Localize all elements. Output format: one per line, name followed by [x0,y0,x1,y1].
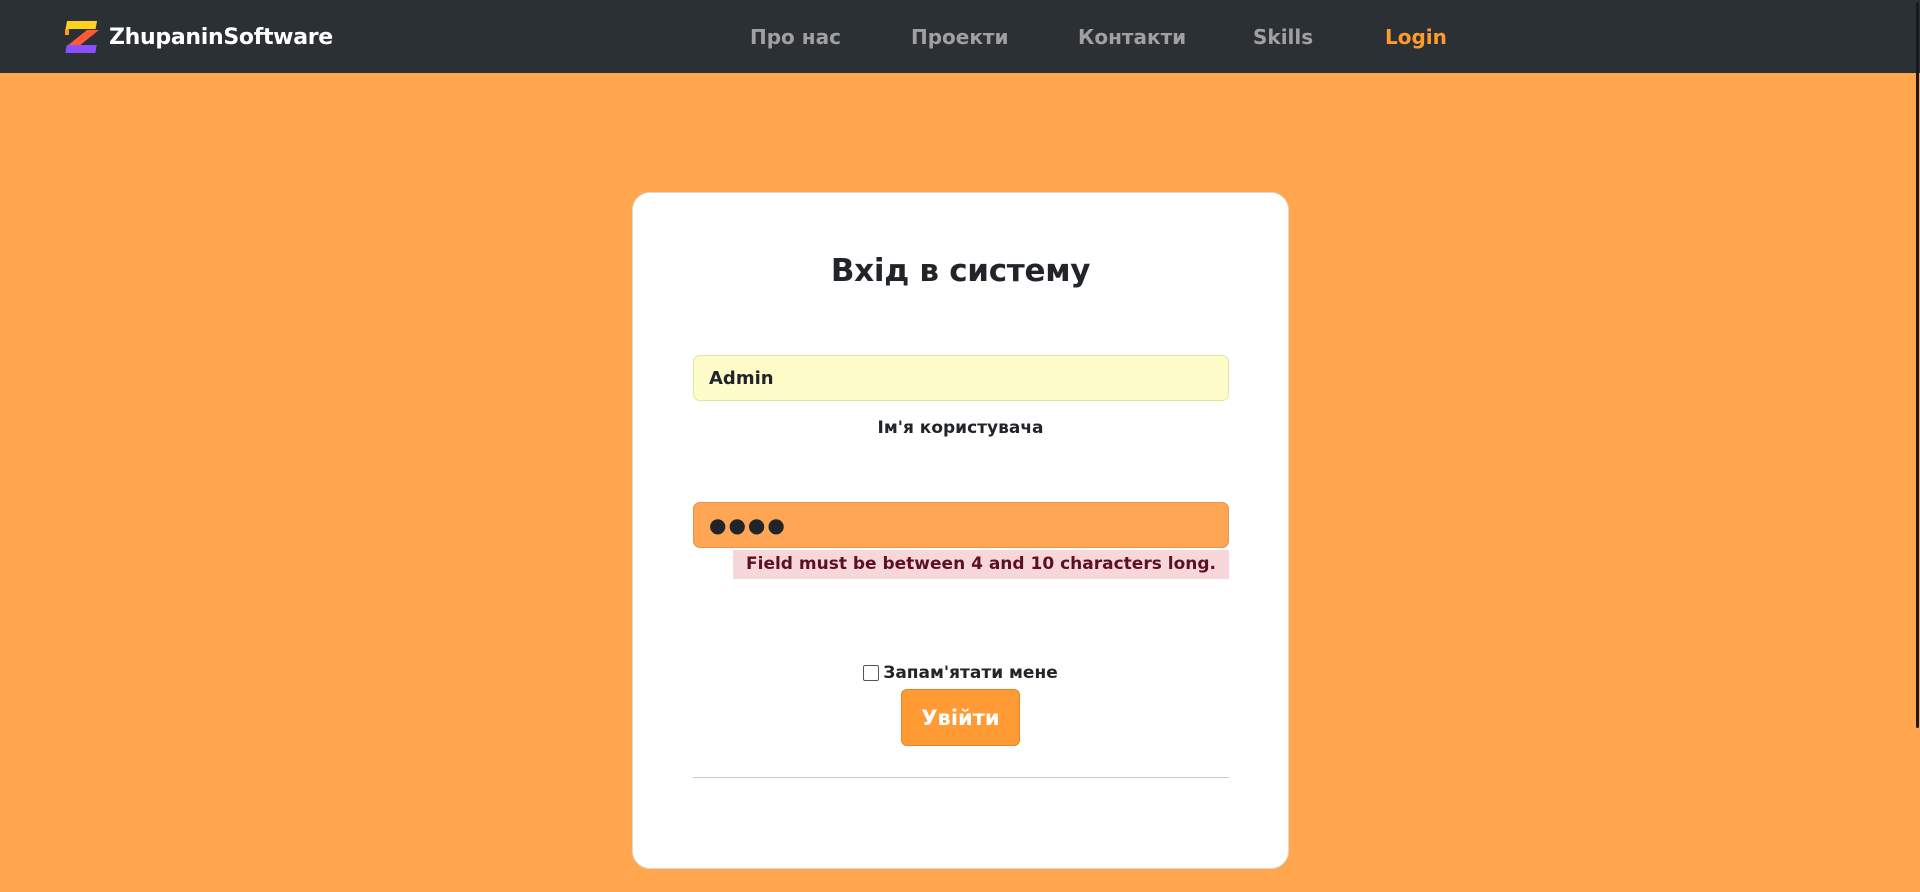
page-scrollbar[interactable] [1912,0,1920,892]
scrollbar-thumb[interactable] [1916,2,1919,728]
login-card: Вхід в систему Ім'я користувача Field mu… [632,192,1289,869]
remember-me-checkbox[interactable] [863,665,880,681]
login-submit-button[interactable]: Увійти [901,689,1020,746]
brand-logo-icon [65,21,99,53]
page-title: Вхід в систему [830,253,1091,289]
nav-link-skills[interactable]: Skills [1253,22,1313,52]
nav-link-projects[interactable]: Проекти [911,22,1009,52]
username-label: Ім'я користувача [877,418,1044,438]
nav-link-contacts[interactable]: Контакти [1078,22,1186,52]
brand-name: ZhupaninSoftware [109,24,333,50]
remember-me-row: Запам'ятати мене [633,663,1288,683]
username-input[interactable] [693,355,1229,401]
form-divider [693,777,1229,778]
brand-link[interactable]: ZhupaninSoftware [65,21,333,53]
password-input[interactable] [693,502,1229,548]
password-error-message: Field must be between 4 and 10 character… [733,550,1229,579]
top-navbar: ZhupaninSoftware Про нас Проекти Контакт… [0,0,1920,73]
remember-me-label[interactable]: Запам'ятати мене [883,663,1058,683]
nav-link-about[interactable]: Про нас [750,22,841,52]
nav-link-login[interactable]: Login [1385,22,1447,52]
